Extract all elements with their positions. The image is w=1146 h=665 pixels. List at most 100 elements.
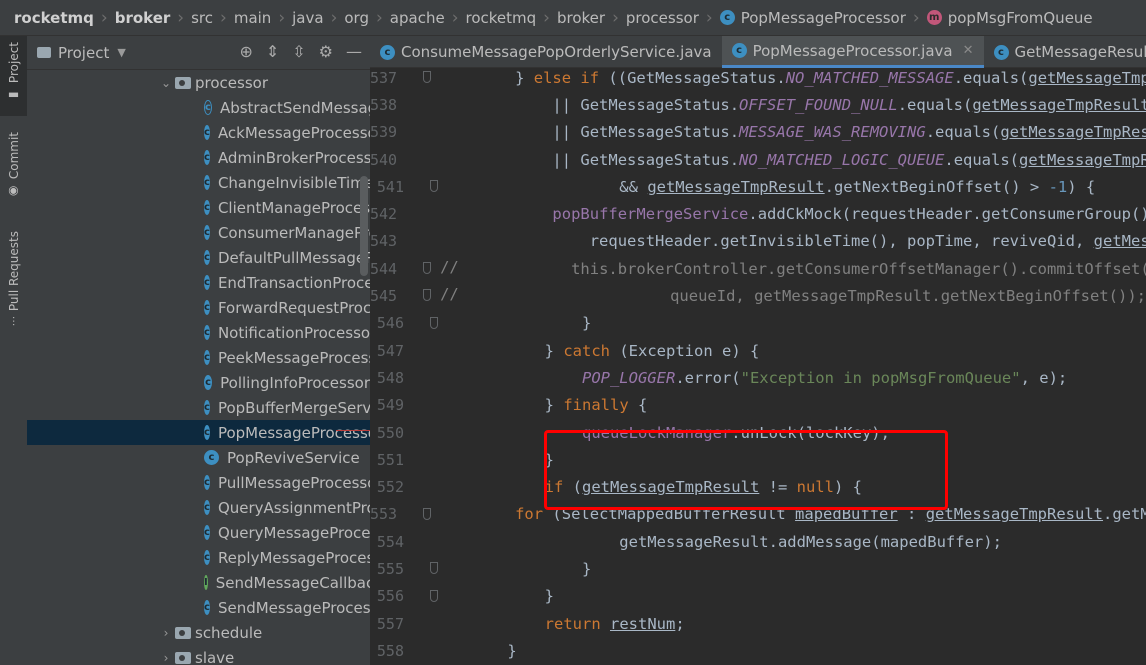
gutter[interactable] [410, 610, 470, 637]
line-number[interactable]: 547 [370, 342, 410, 360]
breadcrumb-item[interactable]: broker [115, 9, 171, 27]
tree-item[interactable]: c PollingInfoProcessor [27, 370, 370, 395]
fold-icon[interactable] [423, 507, 432, 520]
code-line[interactable]: 545 // queueId, getMessageTmpResult.getNe… [370, 282, 1146, 309]
code-line[interactable]: 541 && getMessageTmpResult.getNextBeginO… [370, 173, 1146, 200]
breadcrumb-item[interactable]: rocketmq [14, 9, 94, 27]
project-tool-tab[interactable]: Project ▬ [0, 36, 27, 116]
line-number[interactable]: 550 [370, 424, 410, 442]
fold-icon[interactable] [430, 180, 438, 193]
tree-item[interactable]: c PullMessageProcessor [27, 470, 370, 495]
gear-icon[interactable]: ⚙ [319, 42, 333, 61]
code-line[interactable]: 554 getMessageResult.addMessage(mapedBuf… [370, 528, 1146, 555]
line-number[interactable]: 555 [370, 560, 410, 578]
breadcrumb-item[interactable]: apache [390, 9, 445, 27]
line-number[interactable]: 548 [370, 369, 410, 387]
gutter[interactable] [410, 364, 470, 391]
line-number[interactable]: 537 [370, 69, 403, 87]
code-line[interactable]: 555 } [370, 555, 1146, 582]
chevron-down-icon[interactable]: ⌄ [157, 76, 175, 90]
tree-item[interactable]: c ChangeInvisibleTimeProcessor [27, 170, 370, 195]
gutter[interactable]: // [403, 282, 459, 309]
tree-item[interactable]: c AdminBrokerProcessor [27, 145, 370, 170]
tree-item[interactable]: ⌄ processor [27, 70, 370, 95]
gutter[interactable] [410, 637, 470, 664]
line-number[interactable]: 551 [370, 451, 410, 469]
line-number[interactable]: 541 [370, 178, 410, 196]
line-number[interactable]: 543 [370, 232, 403, 250]
fold-icon[interactable] [430, 589, 438, 602]
tree-item[interactable]: c DefaultPullMessageResultHandler [27, 245, 370, 270]
code-line[interactable]: 538 || GetMessageStatus.OFFSET_FOUND_NUL… [370, 91, 1146, 118]
line-number[interactable]: 540 [370, 151, 403, 169]
tree-item[interactable]: c QueryAssignmentProcessor [27, 495, 370, 520]
line-number[interactable]: 556 [370, 587, 410, 605]
code-line[interactable]: 557 return restNum; [370, 610, 1146, 637]
tree-item[interactable]: c AckMessageProcessor [27, 120, 370, 145]
pull-requests-tool-tab[interactable]: Pull Requests ⫶ [0, 231, 27, 341]
tree-scrollbar[interactable] [360, 176, 368, 276]
collapse-all-icon[interactable]: ⇳ [292, 42, 305, 61]
line-number[interactable]: 544 [370, 260, 403, 278]
expand-all-icon[interactable]: ⇕ [266, 42, 279, 61]
gutter[interactable] [410, 473, 470, 500]
breadcrumb-item[interactable]: rocketmq [466, 9, 537, 27]
breadcrumb-item[interactable]: c PopMessageProcessor [719, 9, 906, 27]
code-line[interactable]: 543 requestHeader.getInvisibleTime(), po… [370, 228, 1146, 255]
code-line[interactable]: 547 } catch (Exception e) { [370, 337, 1146, 364]
tree-item[interactable]: c SendMessageProcessor [27, 595, 370, 620]
code-line[interactable]: 544 // this.brokerController.getConsumerO… [370, 255, 1146, 282]
tree-item[interactable]: I SendMessageCallback [27, 570, 370, 595]
breadcrumb-item[interactable]: org [344, 9, 369, 27]
line-number[interactable]: 557 [370, 615, 410, 633]
gutter[interactable] [410, 583, 470, 610]
gutter[interactable] [410, 419, 470, 446]
fold-icon[interactable] [423, 289, 432, 302]
commit-tool-tab[interactable]: Commit ◉ [0, 132, 27, 212]
tree-item[interactable]: c ReplyMessageProcessor [27, 545, 370, 570]
code-line[interactable]: 542 popBufferMergeService.addCkMock(requ… [370, 200, 1146, 227]
gutter[interactable] [410, 392, 470, 419]
gutter[interactable] [410, 446, 470, 473]
breadcrumb-item[interactable]: src [191, 9, 213, 27]
fold-icon[interactable] [423, 71, 432, 83]
minimize-icon[interactable]: — [346, 42, 362, 61]
tree-item[interactable]: c ConsumerManageProcessor [27, 220, 370, 245]
tree-item[interactable]: c PeekMessageProcessor [27, 345, 370, 370]
breadcrumb-item[interactable]: m popMsgFromQueue [926, 9, 1093, 27]
gutter[interactable] [410, 310, 470, 337]
chevron-right-icon[interactable]: › [157, 626, 175, 640]
line-number[interactable]: 545 [370, 287, 403, 305]
locate-icon[interactable]: ⊕ [239, 42, 252, 61]
line-number[interactable]: 554 [370, 533, 410, 551]
line-number[interactable]: 549 [370, 396, 410, 414]
tree-item[interactable]: c NotificationProcessor [27, 320, 370, 345]
chevron-right-icon[interactable]: › [157, 651, 175, 665]
line-number[interactable]: 553 [370, 505, 403, 523]
breadcrumb-item[interactable]: broker [557, 9, 605, 27]
line-number[interactable]: 542 [370, 205, 403, 223]
fold-icon[interactable] [423, 262, 432, 275]
tree-item[interactable]: › schedule [27, 620, 370, 645]
gutter[interactable] [410, 555, 470, 582]
tree-item[interactable]: c EndTransactionProcessor [27, 270, 370, 295]
fold-icon[interactable] [430, 562, 438, 575]
tree-item[interactable]: c PopBufferMergeService [27, 395, 370, 420]
fold-icon[interactable] [430, 316, 438, 329]
gutter[interactable] [410, 337, 470, 364]
code-line[interactable]: 558 } [370, 637, 1146, 664]
tree-item[interactable]: c ForwardRequestProcessor [27, 295, 370, 320]
code-line[interactable]: 548 POP_LOGGER.error("Exception in popMs… [370, 364, 1146, 391]
code-line[interactable]: 540 || GetMessageStatus.NO_MATCHED_LOGIC… [370, 146, 1146, 173]
code-line[interactable]: 549 } finally { [370, 392, 1146, 419]
line-number[interactable]: 546 [370, 314, 410, 332]
breadcrumb-item[interactable]: main [234, 9, 271, 27]
code-line[interactable]: 539 || GetMessageStatus.MESSAGE_WAS_REMO… [370, 119, 1146, 146]
breadcrumb-item[interactable]: java [292, 9, 323, 27]
close-icon[interactable]: ✕ [963, 43, 974, 58]
tree-item[interactable]: c ClientManageProcessor [27, 195, 370, 220]
tree-item[interactable]: c QueryMessageProcessor [27, 520, 370, 545]
line-number[interactable]: 539 [370, 123, 403, 141]
tree-item[interactable]: › slave [27, 645, 370, 665]
gutter[interactable] [410, 528, 470, 555]
